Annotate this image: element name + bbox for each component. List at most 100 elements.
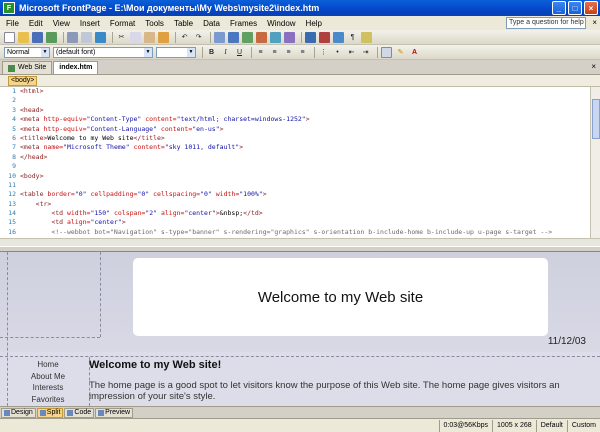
open-folder-icon[interactable]	[18, 31, 29, 43]
stop-icon[interactable]	[319, 31, 330, 43]
print-icon[interactable]	[67, 31, 78, 43]
view-tab-design-label: Design	[11, 408, 33, 416]
highlight-icon[interactable]: ✎	[395, 47, 406, 58]
insert-picture-icon[interactable]	[256, 31, 267, 43]
close-window-button[interactable]: ×	[584, 1, 598, 15]
menu-table[interactable]: Table	[174, 19, 193, 28]
redo-icon[interactable]: ↷	[193, 32, 204, 43]
view-tab-split[interactable]: Split	[36, 407, 64, 418]
code-line[interactable]: 14 <td width="150" colspan="2" align="ce…	[0, 209, 590, 218]
view-tab-preview[interactable]: Preview	[95, 407, 134, 418]
menu-edit[interactable]: Edit	[29, 19, 43, 28]
code-line[interactable]: 8 </head>	[0, 153, 590, 162]
code-line[interactable]: 4 <meta http-equiv="Content-Type" content…	[0, 115, 590, 124]
menu-tools[interactable]: Tools	[145, 19, 164, 28]
toolbar-separator	[112, 31, 113, 43]
view-tab-code[interactable]: Code	[64, 407, 95, 418]
menu-view[interactable]: View	[53, 19, 70, 28]
code-line[interactable]: 12 <table border="0" cellpadding="0" cell…	[0, 190, 590, 199]
design-view[interactable]: Welcome to my Web site 11/12/03 Home Abo…	[0, 252, 600, 406]
align-left-icon[interactable]: ≡	[255, 47, 266, 58]
page-date: 11/12/03	[547, 336, 586, 347]
code-line[interactable]: 3 <head>	[0, 106, 590, 115]
close-tab-icon[interactable]: ×	[591, 62, 596, 71]
font-select[interactable]: (default font) ▼	[53, 46, 153, 58]
view-tabs: Design Split Code Preview	[0, 406, 600, 418]
undo-icon[interactable]: ↶	[179, 32, 190, 43]
code-line[interactable]: 1 <html>	[0, 87, 590, 96]
scroll-thumb[interactable]	[592, 99, 600, 139]
close-document-icon[interactable]: ×	[592, 18, 597, 27]
menu-help[interactable]: Help	[306, 19, 322, 28]
menu-frames[interactable]: Frames	[230, 19, 257, 28]
menu-format[interactable]: Format	[110, 19, 135, 28]
spelling-icon[interactable]	[95, 31, 106, 43]
format-painter-icon[interactable]	[158, 31, 169, 43]
show-all-icon[interactable]	[333, 31, 344, 43]
decrease-indent-icon[interactable]: ⇤	[346, 47, 357, 58]
menu-data[interactable]: Data	[203, 19, 220, 28]
italic-icon[interactable]: I	[220, 47, 231, 58]
code-line[interactable]: 10 <body>	[0, 172, 590, 181]
help-icon[interactable]	[361, 31, 372, 43]
font-size-select[interactable]: ▼	[156, 46, 196, 58]
justify-icon[interactable]: ≡	[297, 47, 308, 58]
code-line[interactable]: 13 <tr>	[0, 200, 590, 209]
code-editor[interactable]: 1 <html> 2 3 <head> 4 <meta http-equiv="Conten…	[0, 87, 590, 238]
code-line[interactable]: 16 <!--webbot bot="Navigation" s-type="b…	[0, 228, 590, 237]
view-tab-design[interactable]: Design	[1, 407, 36, 418]
cut-icon[interactable]: ✂	[116, 32, 127, 43]
maximize-button[interactable]: □	[568, 1, 582, 15]
line-number: 3	[12, 105, 16, 114]
font-color-icon[interactable]: A	[409, 47, 420, 58]
code-text: <!--webbot bot="Navigation" s-type="bann…	[51, 227, 553, 236]
align-center-icon[interactable]: ≡	[269, 47, 280, 58]
web-component-icon[interactable]	[214, 31, 225, 43]
minimize-button[interactable]: _	[552, 1, 566, 15]
status-mode: Custom	[566, 419, 600, 432]
insert-layer-icon[interactable]	[242, 31, 253, 43]
borders-icon[interactable]	[381, 46, 392, 58]
code-line[interactable]: 2	[0, 96, 590, 105]
publish-icon[interactable]	[46, 31, 57, 43]
align-right-icon[interactable]: ≡	[283, 47, 294, 58]
code-line[interactable]: 6 <title>Welcome to my Web site</title>	[0, 134, 590, 143]
tab-index-htm[interactable]: index.htm	[53, 61, 99, 74]
bold-icon[interactable]: B	[206, 47, 217, 58]
paste-icon[interactable]	[144, 31, 155, 43]
insert-hyperlink-icon[interactable]	[284, 31, 295, 43]
menu-insert[interactable]: Insert	[80, 19, 100, 28]
document-tab-strip: Web Site index.htm ×	[0, 61, 600, 75]
numbering-icon[interactable]: ⋮	[318, 47, 329, 58]
code-line[interactable]: 5 <meta http-equiv="Content-Language" con…	[0, 125, 590, 134]
nav-link-about-me[interactable]: About Me	[7, 371, 89, 383]
code-line[interactable]: 15 <td align="center">	[0, 218, 590, 227]
code-line[interactable]: 7 <meta name="Microsoft Theme" content="s…	[0, 143, 590, 152]
code-vertical-scrollbar[interactable]	[590, 87, 600, 238]
quick-tag-body[interactable]: <body>	[8, 76, 38, 86]
help-search-input[interactable]: Type a question for help	[506, 17, 586, 29]
style-select[interactable]: Normal ▼	[4, 46, 50, 58]
menu-window[interactable]: Window	[267, 19, 295, 28]
nav-link-interests[interactable]: Interests	[7, 382, 89, 394]
nav-link-favorites[interactable]: Favorites	[7, 394, 89, 406]
code-line[interactable]: 9	[0, 162, 590, 171]
tab-web-site[interactable]: Web Site	[2, 61, 53, 74]
increase-indent-icon[interactable]: ⇥	[360, 47, 371, 58]
refresh-icon[interactable]	[305, 31, 316, 43]
tab-web-site-label: Web Site	[18, 64, 47, 71]
page-banner[interactable]: Welcome to my Web site	[133, 258, 548, 336]
copy-icon[interactable]	[130, 31, 141, 43]
new-page-icon[interactable]	[4, 31, 15, 43]
bullets-icon[interactable]: •	[332, 47, 343, 58]
save-icon[interactable]	[32, 31, 43, 43]
menu-file[interactable]: File	[6, 19, 19, 28]
code-horizontal-scrollbar[interactable]	[0, 238, 600, 246]
insert-table-icon[interactable]	[228, 31, 239, 43]
paragraph-marks-icon[interactable]: ¶	[347, 32, 358, 43]
code-line[interactable]: 11	[0, 181, 590, 190]
underline-icon[interactable]: U	[234, 47, 245, 58]
preview-in-browser-icon[interactable]	[81, 31, 92, 43]
drawing-icon[interactable]	[270, 31, 281, 43]
nav-link-home[interactable]: Home	[7, 359, 89, 371]
